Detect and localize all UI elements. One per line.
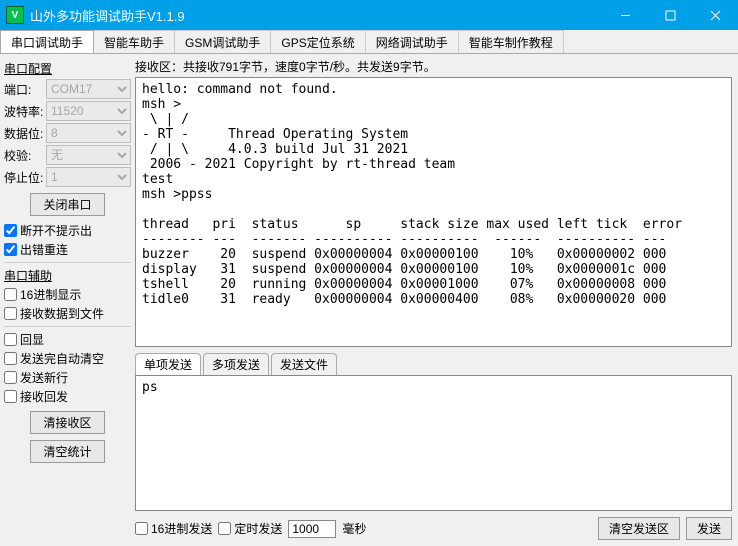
chk-send-newline-label: 发送新行 xyxy=(20,369,68,386)
clear-rx-button[interactable]: 清接收区 xyxy=(30,411,104,434)
rx-info: 接收区：共接收791字节，速度0字节/秒。共发送9字节。 xyxy=(135,58,732,75)
chk-no-prompt[interactable] xyxy=(4,224,17,237)
send-tab-multi[interactable]: 多项发送 xyxy=(203,353,269,375)
chk-auto-clear[interactable] xyxy=(4,352,17,365)
tab-gsm[interactable]: GSM调试助手 xyxy=(175,30,271,53)
baud-select[interactable]: 11520 xyxy=(46,101,131,121)
send-tab-single[interactable]: 单项发送 xyxy=(135,353,201,375)
send-tab-file[interactable]: 发送文件 xyxy=(271,353,337,375)
send-button[interactable]: 发送 xyxy=(686,517,732,540)
sidebar: 串口配置 端口:COM17 波特率:11520 数据位:8 校验:无 停止位:1… xyxy=(0,54,135,546)
titlebar: V 山外多功能调试助手V1.1.9 xyxy=(0,0,738,30)
main-tabs: 串口调试助手 智能车助手 GSM调试助手 GPS定位系统 网络调试助手 智能车制… xyxy=(0,30,738,54)
tx-textarea[interactable]: ps xyxy=(135,375,732,511)
app-icon: V xyxy=(6,6,24,24)
interval-unit: 毫秒 xyxy=(342,520,366,537)
tab-tutorial[interactable]: 智能车制作教程 xyxy=(459,30,564,53)
baud-label: 波特率: xyxy=(4,103,46,120)
port-select[interactable]: COM17 xyxy=(46,79,131,99)
chk-no-prompt-label: 断开不提示出 xyxy=(20,222,92,239)
tab-serial[interactable]: 串口调试助手 xyxy=(0,30,94,53)
interval-input[interactable] xyxy=(288,520,336,538)
chk-recv-to-file-label: 接收数据到文件 xyxy=(20,305,104,322)
window-title: 山外多功能调试助手V1.1.9 xyxy=(30,6,603,25)
parity-label: 校验: xyxy=(4,147,46,164)
minimize-button[interactable] xyxy=(603,0,648,30)
tab-gps[interactable]: GPS定位系统 xyxy=(271,30,365,53)
stopbits-select[interactable]: 1 xyxy=(46,167,131,187)
chk-hex-display[interactable] xyxy=(4,288,17,301)
clear-stats-button[interactable]: 清空统计 xyxy=(30,440,104,463)
chk-recv-echo[interactable] xyxy=(4,390,17,403)
stopbits-label: 停止位: xyxy=(4,169,46,186)
chk-timed-send[interactable] xyxy=(218,522,231,535)
chk-echo-label: 回显 xyxy=(20,331,44,348)
tab-network[interactable]: 网络调试助手 xyxy=(366,30,459,53)
maximize-button[interactable] xyxy=(648,0,693,30)
chk-reconnect[interactable] xyxy=(4,243,17,256)
close-button[interactable] xyxy=(693,0,738,30)
rx-textarea[interactable]: hello: command not found. msh > \ | / - … xyxy=(135,77,732,347)
chk-hex-send[interactable] xyxy=(135,522,148,535)
chk-timed-send-label: 定时发送 xyxy=(234,520,282,537)
serial-aux-title: 串口辅助 xyxy=(4,267,131,284)
port-label: 端口: xyxy=(4,81,46,98)
chk-auto-clear-label: 发送完自动清空 xyxy=(20,350,104,367)
databits-select[interactable]: 8 xyxy=(46,123,131,143)
chk-recv-to-file[interactable] xyxy=(4,307,17,320)
send-tabs: 单项发送 多项发送 发送文件 xyxy=(135,353,732,375)
chk-hex-display-label: 16进制显示 xyxy=(20,286,81,303)
databits-label: 数据位: xyxy=(4,125,46,142)
close-port-button[interactable]: 关闭串口 xyxy=(30,193,104,216)
chk-reconnect-label: 出错重连 xyxy=(20,241,68,258)
serial-config-title: 串口配置 xyxy=(4,60,131,77)
clear-tx-button[interactable]: 清空发送区 xyxy=(598,517,680,540)
tab-smartcar[interactable]: 智能车助手 xyxy=(94,30,175,53)
chk-send-newline[interactable] xyxy=(4,371,17,384)
parity-select[interactable]: 无 xyxy=(46,145,131,165)
chk-hex-send-label: 16进制发送 xyxy=(151,520,212,537)
chk-recv-echo-label: 接收回发 xyxy=(20,388,68,405)
chk-echo[interactable] xyxy=(4,333,17,346)
